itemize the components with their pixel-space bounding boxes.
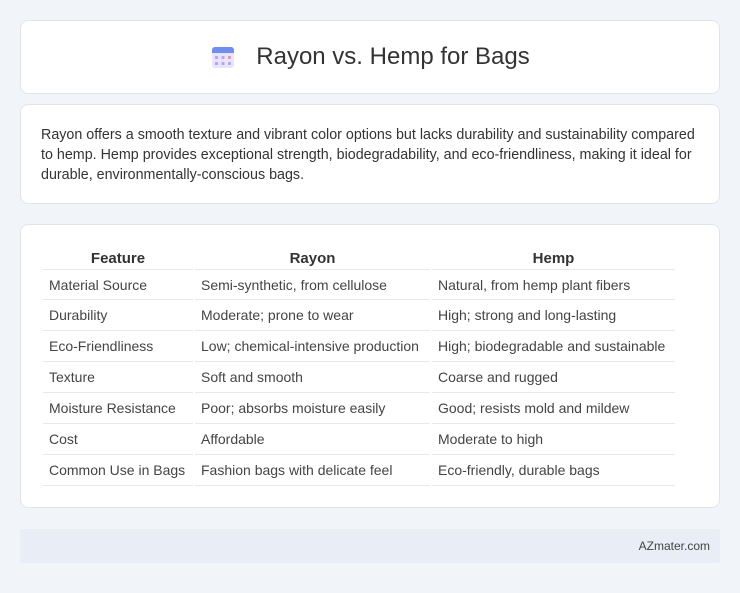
table-row: Texture Soft and smooth Coarse and rugge… bbox=[43, 362, 675, 393]
hemp-cell: High; biodegradable and sustainable bbox=[432, 331, 675, 362]
feature-cell: Eco-Friendliness bbox=[43, 331, 193, 362]
title-card: Rayon vs. Hemp for Bags bbox=[20, 20, 720, 94]
feature-cell: Common Use in Bags bbox=[43, 455, 193, 486]
hemp-cell: Moderate to high bbox=[432, 424, 675, 455]
footer: AZmater.com bbox=[20, 529, 720, 563]
feature-cell: Cost bbox=[43, 424, 193, 455]
rayon-cell: Fashion bags with delicate feel bbox=[195, 455, 430, 486]
footer-site-link[interactable]: AZmater.com bbox=[639, 539, 710, 553]
table-row: Eco-Friendliness Low; chemical-intensive… bbox=[43, 331, 675, 362]
table-row: Common Use in Bags Fashion bags with del… bbox=[43, 455, 675, 486]
table-row: Durability Moderate; prone to wear High;… bbox=[43, 300, 675, 331]
rayon-cell: Affordable bbox=[195, 424, 430, 455]
feature-cell: Moisture Resistance bbox=[43, 393, 193, 424]
header-hemp: Hemp bbox=[532, 249, 575, 267]
rayon-cell: Soft and smooth bbox=[195, 362, 430, 393]
page-title: Rayon vs. Hemp for Bags bbox=[256, 43, 530, 70]
table-row: Cost Affordable Moderate to high bbox=[43, 424, 675, 455]
feature-cell: Texture bbox=[43, 362, 193, 393]
rayon-cell: Moderate; prone to wear bbox=[195, 300, 430, 331]
header-rayon: Rayon bbox=[289, 249, 336, 267]
hemp-cell: High; strong and long-lasting bbox=[432, 300, 675, 331]
header-feature: Feature bbox=[90, 249, 146, 267]
table-row: Material Source Semi-synthetic, from cel… bbox=[43, 269, 675, 300]
rayon-cell: Semi-synthetic, from cellulose bbox=[195, 269, 430, 300]
table-row: Moisture Resistance Poor; absorbs moistu… bbox=[43, 393, 675, 424]
hemp-cell: Eco-friendly, durable bags bbox=[432, 455, 675, 486]
hemp-cell: Natural, from hemp plant fibers bbox=[432, 269, 675, 300]
hemp-cell: Good; resists mold and mildew bbox=[432, 393, 675, 424]
table-header-row: Feature Rayon Hemp bbox=[43, 247, 675, 269]
description-text: Rayon offers a smooth texture and vibran… bbox=[41, 127, 695, 183]
calendar-icon bbox=[212, 47, 235, 68]
feature-cell: Durability bbox=[43, 300, 193, 331]
comparison-card: Feature Rayon Hemp Material Source Semi-… bbox=[20, 224, 720, 508]
feature-cell: Material Source bbox=[43, 269, 193, 300]
rayon-cell: Low; chemical-intensive production bbox=[195, 331, 430, 362]
rayon-cell: Poor; absorbs moisture easily bbox=[195, 393, 430, 424]
description-card: Rayon offers a smooth texture and vibran… bbox=[20, 104, 720, 204]
comparison-table: Feature Rayon Hemp Material Source Semi-… bbox=[41, 247, 677, 486]
hemp-cell: Coarse and rugged bbox=[432, 362, 675, 393]
